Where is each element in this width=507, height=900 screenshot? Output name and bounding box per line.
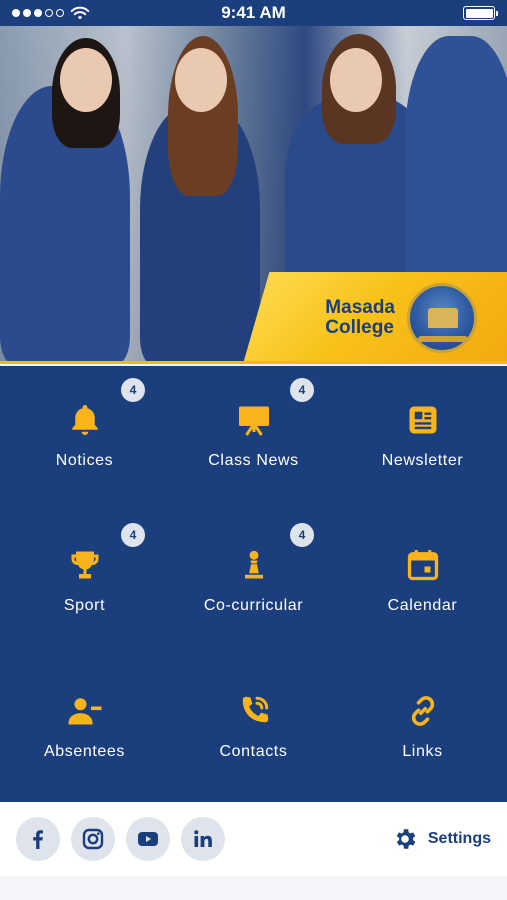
status-bar: 9:41 AM	[0, 0, 507, 26]
chess-pawn-icon	[236, 547, 272, 583]
menu-label-sport: Sport	[63, 597, 106, 615]
instagram-button[interactable]	[71, 817, 115, 861]
youtube-button[interactable]	[126, 817, 170, 861]
status-time: 9:41 AM	[221, 3, 286, 22]
menu-label-co-curricular: Co-curricular	[203, 597, 304, 615]
calendar-icon	[405, 547, 441, 583]
wifi-icon	[70, 6, 90, 20]
linkedin-icon	[194, 830, 212, 847]
menu-label-links: Links	[402, 742, 443, 760]
settings-label: Settings	[427, 830, 491, 847]
trophy-icon	[67, 547, 103, 583]
college-name-line2: College	[325, 317, 394, 338]
menu-label-contacts: Contacts	[219, 742, 288, 760]
menu-item-contacts[interactable]: Contacts	[169, 657, 338, 802]
phone-icon	[236, 693, 272, 729]
college-logo-banner: Masada College	[243, 272, 507, 364]
menu-item-links[interactable]: Links	[338, 657, 507, 802]
signal-strength-icon	[12, 9, 64, 17]
menu-item-notices[interactable]: 4 Notices	[0, 366, 169, 511]
settings-button[interactable]: Settings	[392, 826, 491, 852]
menu-item-co-curricular[interactable]: 4 Co-curricular	[169, 511, 338, 656]
menu-label-class-news: Class News	[208, 452, 299, 469]
facebook-button[interactable]	[16, 817, 60, 861]
youtube-icon	[138, 832, 158, 846]
bottom-bar: Settings	[0, 802, 507, 876]
menu-item-newsletter[interactable]: Newsletter	[338, 366, 507, 511]
college-name-line1: Masada	[325, 297, 395, 318]
menu-label-notices: Notices	[55, 452, 114, 469]
linkedin-button[interactable]	[181, 817, 225, 861]
class-news-badge: 4	[290, 378, 314, 402]
menu-item-calendar[interactable]: Calendar	[338, 511, 507, 656]
social-links	[16, 817, 225, 861]
co-curricular-badge: 4	[290, 523, 314, 548]
menu-label-newsletter: Newsletter	[381, 452, 464, 469]
footer-strip	[0, 876, 507, 900]
college-name: Masada College	[325, 298, 395, 338]
newsletter-icon	[405, 402, 441, 438]
hero-image: Masada College	[0, 26, 507, 364]
menu-item-class-news[interactable]: 4 Class News	[169, 366, 338, 511]
bell-icon	[67, 402, 103, 438]
college-crest-icon	[407, 283, 477, 353]
menu-item-sport[interactable]: 4 Sport	[0, 511, 169, 656]
menu-item-absentees[interactable]: Absentees	[0, 657, 169, 802]
presentation-board-icon	[236, 402, 272, 438]
instagram-icon	[82, 828, 104, 850]
gear-icon	[396, 829, 416, 849]
menu-grid: 4 Notices 4 Class News Newsletter 4 Spor…	[0, 366, 507, 802]
notices-badge: 4	[121, 378, 145, 402]
status-left	[12, 5, 90, 21]
menu-label-calendar: Calendar	[387, 597, 458, 615]
battery-icon	[463, 6, 498, 20]
sport-badge: 4	[121, 523, 145, 548]
link-icon	[405, 693, 441, 729]
menu-label-absentees: Absentees	[43, 742, 125, 760]
person-minus-icon	[67, 693, 103, 729]
facebook-icon	[33, 830, 43, 849]
